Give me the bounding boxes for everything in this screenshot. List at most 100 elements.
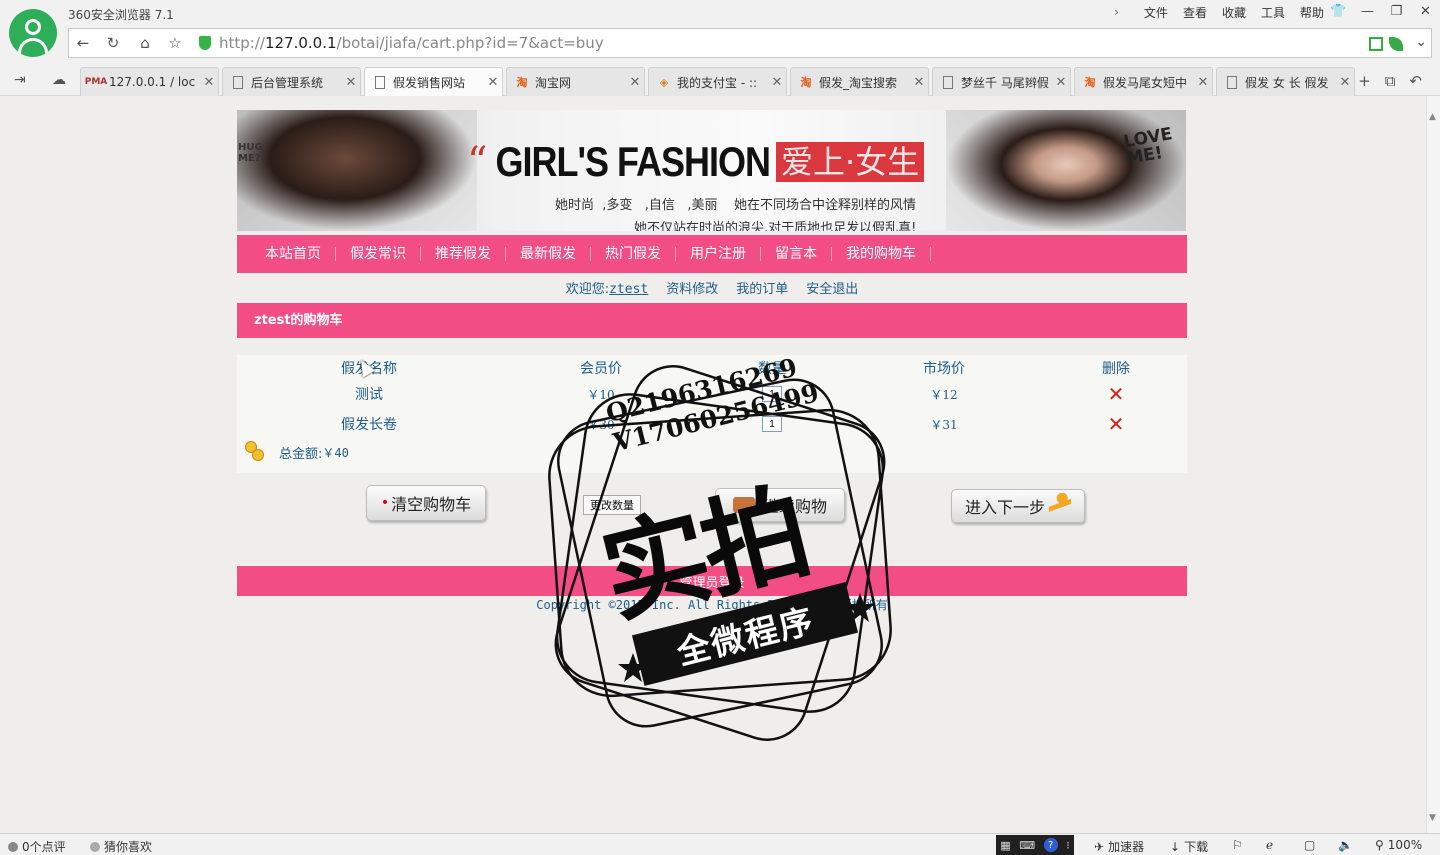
cloud-icon[interactable]: ☁	[52, 72, 66, 88]
status-bar: 0个点评 猜你喜欢 ▦ ⌨ ? ⁝ ✈ 加速器 ↓ 下载 ⚐ ℯ ▢ 🔈 ⚲ 100%	[0, 833, 1440, 855]
close-icon[interactable]: ✕	[1411, 0, 1440, 22]
menu-favorites[interactable]: 收藏	[1222, 4, 1246, 21]
zoom-icon: ⚲	[1375, 838, 1384, 852]
alipay-icon: ◈	[659, 75, 669, 89]
new-tab-icon[interactable]: +	[1358, 72, 1371, 90]
shield-icon	[199, 36, 211, 50]
shirt-icon[interactable]: 👕	[1324, 0, 1353, 22]
comments-status[interactable]: 0个点评	[8, 838, 66, 855]
nav-my-cart[interactable]: 我的购物车	[832, 247, 931, 261]
home-icon[interactable]: ⌂	[135, 33, 155, 53]
nav-wig-knowledge[interactable]: 假发常识	[336, 247, 421, 261]
ime-grid-icon[interactable]: ▦	[1000, 839, 1010, 852]
tab-taobao-search[interactable]: 淘假发_淘宝搜索 ✕	[790, 67, 929, 96]
tab-close-icon[interactable]: ✕	[342, 75, 360, 90]
tab-phpmyadmin[interactable]: PMA 127.0.0.1 / loc ✕	[80, 67, 219, 96]
edit-profile-link[interactable]: 资料修改	[666, 278, 718, 300]
guess-status[interactable]: 猜你喜欢	[90, 838, 152, 855]
page-icon	[233, 75, 243, 89]
ime-menu-icon[interactable]: ⁝	[1066, 839, 1070, 852]
browser-chrome: 360安全浏览器 7.1 › 文件 查看 收藏 工具 帮助 👕 — ❐ ✕ ← …	[0, 0, 1440, 97]
nav-home[interactable]: 本站首页	[251, 247, 336, 261]
product-name[interactable]: 假发长卷	[237, 409, 501, 439]
menu-help[interactable]: 帮助	[1300, 4, 1324, 21]
nav-recommended[interactable]: 推荐假发	[421, 247, 506, 261]
tab-wig-shop[interactable]: 假发销售网站 ✕	[364, 67, 503, 97]
window-title: 360安全浏览器 7.1	[68, 8, 174, 22]
logout-link[interactable]: 安全退出	[806, 278, 858, 300]
tab-ponytail[interactable]: 梦丝千 马尾辫假 ✕	[932, 67, 1071, 96]
tab-tools: + ⧉ ↶	[1344, 72, 1422, 90]
nav-register[interactable]: 用户注册	[676, 247, 761, 261]
clear-cart-button[interactable]: • 清空购物车	[366, 485, 486, 521]
coins-icon	[245, 441, 267, 463]
main-nav: 本站首页 假发常识 推荐假发 最新假发 热门假发 用户注册 留言本 我的购物车	[237, 235, 1187, 273]
sound-icon[interactable]: 🔈	[1338, 838, 1353, 852]
delete-icon[interactable]: ✕	[1108, 412, 1125, 436]
product-name[interactable]: 测试	[237, 379, 501, 409]
sidebar-toggle-icon[interactable]: ⇥	[14, 72, 26, 88]
tab-close-icon[interactable]: ✕	[1194, 75, 1212, 90]
menu-bar: › 文件 查看 收藏 工具 帮助	[1114, 4, 1324, 20]
chevron-right-icon[interactable]: ›	[1114, 5, 1119, 19]
user-avatar-icon[interactable]	[9, 9, 57, 57]
help-icon[interactable]: ?	[1043, 838, 1058, 852]
tab-taobao[interactable]: 淘淘宝网 ✕	[506, 67, 645, 96]
leaf-icon[interactable]	[1389, 37, 1403, 51]
tab-close-icon[interactable]: ✕	[200, 75, 218, 90]
window-controls: 👕 — ❐ ✕	[1324, 0, 1440, 22]
cart-title: ztest的购物车	[237, 303, 1187, 338]
qrcode-icon[interactable]	[1369, 37, 1383, 51]
url-input[interactable]: http://127.0.0.1/botai/jiafa/cart.php?id…	[219, 34, 604, 52]
cart-total: 总金额: ￥40	[245, 441, 349, 463]
star-icon[interactable]: ☆	[165, 33, 185, 53]
banner-slogan-1: 她时尚 ,多变 ,自信 ,美丽 她在不同场合中诠释别样的风情	[555, 198, 916, 213]
flag-icon[interactable]: ⚐	[1232, 838, 1243, 852]
ie-icon[interactable]: ℯ	[1266, 838, 1273, 852]
scroll-up-icon[interactable]: ▲	[1429, 112, 1436, 122]
tab-wig-long[interactable]: 假发 女 长 假发 ✕	[1216, 67, 1355, 96]
my-orders-link[interactable]: 我的订单	[736, 278, 788, 300]
page-icon	[943, 75, 953, 89]
tab-close-icon[interactable]: ✕	[768, 75, 786, 90]
menu-view[interactable]: 查看	[1183, 4, 1207, 21]
chevron-down-icon[interactable]: ⌄	[1415, 34, 1427, 50]
menu-tools[interactable]: 工具	[1261, 4, 1285, 21]
window-icon[interactable]: ▢	[1304, 838, 1315, 852]
tab-list-icon[interactable]: ⧉	[1385, 72, 1396, 90]
page-content: HUG ME? LOVE ME! “ GIRL'S FASHION 爱上·女生 …	[0, 96, 1426, 833]
tab-admin[interactable]: 后台管理系统 ✕	[222, 67, 361, 96]
username-link[interactable]: ztest	[609, 282, 648, 297]
restore-icon[interactable]: ❐	[1382, 0, 1411, 22]
back-icon[interactable]: ←	[73, 33, 93, 53]
welcome-text: 欢迎您:ztest	[565, 282, 649, 297]
scroll-down-icon[interactable]: ▼	[1429, 813, 1436, 823]
next-step-button[interactable]: 进入下一步	[951, 489, 1085, 523]
nav-hot[interactable]: 热门假发	[591, 247, 676, 261]
refresh-icon[interactable]: ↻	[103, 33, 123, 53]
undo-close-icon[interactable]: ↶	[1409, 72, 1422, 90]
tab-alipay[interactable]: ◈ 我的支付宝 - :: ✕	[648, 67, 787, 96]
accelerator-status[interactable]: ✈ 加速器	[1094, 838, 1144, 855]
total-value: ￥40	[322, 445, 349, 460]
zoom-status[interactable]: ⚲ 100%	[1375, 838, 1422, 852]
keyboard-icon[interactable]: ⌨	[1019, 839, 1035, 852]
tab-wig-ponytail[interactable]: 淘假发马尾女短中 ✕	[1074, 67, 1213, 96]
comment-icon	[8, 841, 18, 852]
tab-close-icon[interactable]: ✕	[626, 75, 644, 90]
download-icon: ↓	[1170, 839, 1181, 854]
download-status[interactable]: ↓ 下载	[1170, 838, 1208, 855]
nav-guestbook[interactable]: 留言本	[761, 247, 832, 261]
minimize-icon[interactable]: —	[1353, 0, 1382, 22]
tab-close-icon[interactable]: ✕	[1052, 75, 1070, 90]
vertical-scrollbar[interactable]: ▲ ▼	[1426, 96, 1440, 833]
nav-newest[interactable]: 最新假发	[506, 247, 591, 261]
ime-toolbar[interactable]: ▦ ⌨ ? ⁝	[996, 835, 1074, 855]
tab-close-icon[interactable]: ✕	[484, 75, 502, 90]
banner-title-en: GIRL'S FASHION	[495, 137, 771, 185]
pma-icon: PMA	[84, 77, 108, 87]
taobao-icon: 淘	[1084, 76, 1096, 89]
menu-file[interactable]: 文件	[1144, 4, 1168, 21]
delete-icon[interactable]: ✕	[1108, 382, 1125, 406]
tab-close-icon[interactable]: ✕	[910, 75, 928, 90]
